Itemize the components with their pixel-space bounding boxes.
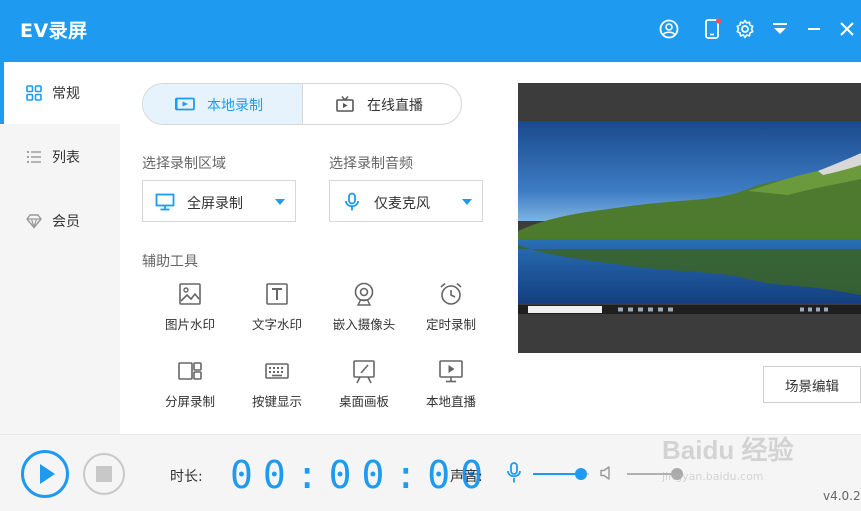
tool-desktop-drawing-board[interactable]: 桌面画板	[324, 358, 404, 418]
list-icon	[26, 149, 42, 165]
tool-label: 图片水印	[164, 317, 215, 332]
audio-label: 选择录制音频	[329, 156, 413, 172]
tool-label: 本地直播	[425, 394, 476, 409]
menu-dropdown-icon[interactable]	[769, 18, 791, 40]
keyboard-icon	[264, 358, 290, 384]
tool-label: 分屏录制	[164, 394, 215, 409]
screen-preview	[518, 83, 861, 353]
sound-label: 声音:	[450, 469, 483, 485]
webcam-icon	[351, 281, 377, 307]
stop-record-button[interactable]	[83, 453, 125, 495]
chevron-down-icon	[275, 199, 285, 205]
microphone-icon[interactable]	[505, 462, 523, 484]
record-area-select[interactable]: 全屏录制	[142, 180, 296, 222]
tab-online-live[interactable]: 在线直播	[303, 84, 461, 124]
sidebar-item-list[interactable]: 列表	[0, 126, 120, 188]
version-label: v4.0.2	[823, 489, 861, 503]
play-icon	[40, 464, 55, 484]
sidebar-item-label: 常规	[52, 86, 80, 102]
alarm-clock-icon	[438, 281, 464, 307]
sidebar: 常规 列表 会员	[0, 62, 120, 434]
slider-knob[interactable]	[575, 468, 587, 480]
tab-label: 本地录制	[207, 98, 263, 114]
duration-label: 时长:	[170, 469, 203, 485]
microphone-icon	[342, 192, 362, 212]
start-record-button[interactable]	[21, 450, 69, 498]
tool-key-display[interactable]: 按键显示	[237, 358, 317, 418]
text-icon	[264, 281, 290, 307]
user-account-icon[interactable]	[658, 18, 680, 40]
grid-icon	[26, 85, 42, 101]
chevron-down-icon	[462, 199, 472, 205]
stop-icon	[96, 466, 112, 482]
tool-label: 桌面画板	[338, 394, 389, 409]
tool-embed-webcam[interactable]: 嵌入摄像头	[324, 281, 404, 341]
area-label: 选择录制区域	[142, 156, 226, 172]
tool-local-live[interactable]: 本地直播	[411, 358, 491, 418]
settings-gear-icon[interactable]	[734, 18, 756, 40]
speaker-volume-slider[interactable]	[627, 467, 683, 481]
control-bar: 时长: 00:00:00 声音: v4.0.2	[0, 434, 861, 511]
tool-split-screen[interactable]: 分屏录制	[150, 358, 230, 418]
split-screen-icon	[177, 358, 203, 384]
mobile-app-icon[interactable]	[701, 18, 723, 40]
sidebar-item-vip[interactable]: 会员	[0, 190, 120, 252]
app-title: EV录屏	[20, 20, 88, 42]
tool-label: 文字水印	[251, 317, 302, 332]
sidebar-item-label: 列表	[52, 150, 80, 166]
tv-icon	[335, 96, 355, 112]
scene-edit-button[interactable]: 场景编辑	[763, 366, 861, 403]
sidebar-item-general[interactable]: 常规	[0, 62, 120, 124]
tools-label: 辅助工具	[142, 254, 198, 270]
tool-scheduled-record[interactable]: 定时录制	[411, 281, 491, 341]
tab-local-record[interactable]: 本地录制	[143, 84, 303, 124]
tool-label: 按键显示	[251, 394, 302, 409]
speaker-icon[interactable]	[599, 465, 615, 481]
drawing-board-icon	[351, 358, 377, 384]
title-bar: EV录屏	[0, 0, 861, 62]
camera-icon	[174, 96, 195, 112]
mic-volume-slider[interactable]	[533, 467, 589, 481]
tab-label: 在线直播	[367, 98, 423, 114]
sidebar-item-label: 会员	[52, 214, 80, 230]
tool-text-watermark[interactable]: 文字水印	[237, 281, 317, 341]
tool-image-watermark[interactable]: 图片水印	[150, 281, 230, 341]
tool-label: 嵌入摄像头	[332, 317, 396, 332]
record-audio-value: 仅麦克风	[374, 196, 430, 212]
slider-fill	[533, 473, 581, 475]
image-icon	[177, 281, 203, 307]
diamond-icon	[26, 213, 42, 229]
monitor-play-icon	[438, 358, 464, 384]
mode-tabs: 本地录制 在线直播	[142, 83, 462, 125]
close-icon[interactable]	[836, 18, 858, 40]
record-area-value: 全屏录制	[187, 196, 243, 212]
minimize-icon[interactable]	[803, 18, 825, 40]
record-audio-select[interactable]: 仅麦克风	[329, 180, 483, 222]
slider-knob[interactable]	[671, 468, 683, 480]
desktop-preview-image	[518, 121, 861, 314]
monitor-icon	[155, 192, 175, 212]
slider-fill	[627, 473, 677, 475]
tool-label: 定时录制	[425, 317, 476, 332]
